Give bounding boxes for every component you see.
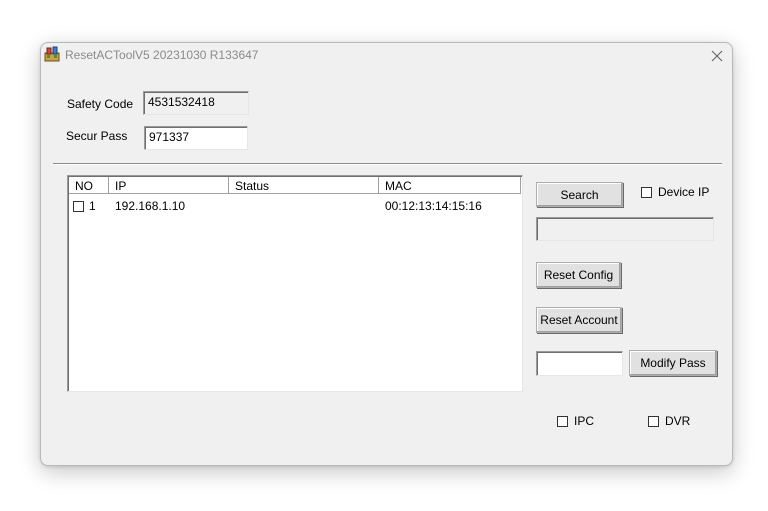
modify-pass-field[interactable]	[536, 351, 623, 376]
device-list[interactable]: NO IP Status MAC 1 192.168.1.10 00:12:13…	[67, 175, 523, 392]
ipc-checkbox[interactable]	[557, 416, 568, 427]
app-icon	[44, 46, 60, 62]
window-title: ResetACToolV5 20231030 R133647	[65, 48, 259, 62]
device-ip-checkbox[interactable]	[641, 187, 652, 198]
row-ip: 192.168.1.10	[115, 199, 186, 213]
close-button[interactable]	[705, 45, 729, 67]
safety-code-field[interactable]: 4531532418	[143, 91, 249, 115]
row-checkbox[interactable]	[73, 201, 84, 212]
list-header: NO IP Status MAC	[69, 177, 522, 195]
row-no: 1	[89, 199, 96, 213]
app-window: ResetACToolV5 20231030 R133647 Safety Co…	[40, 42, 733, 466]
reset-config-button[interactable]: Reset Config	[536, 262, 621, 288]
device-ip-field[interactable]	[536, 217, 714, 241]
safety-code-label: Safety Code	[67, 97, 134, 111]
title-bar: ResetACToolV5 20231030 R133647	[41, 43, 732, 69]
column-header-status[interactable]: Status	[229, 177, 379, 194]
table-row[interactable]: 1 192.168.1.10 00:12:13:14:15:16	[69, 197, 521, 215]
column-header-no[interactable]: NO	[69, 177, 109, 194]
secur-pass-field[interactable]: 971337	[144, 126, 248, 150]
dvr-checkbox[interactable]	[648, 416, 659, 427]
secur-pass-label: Secur Pass	[66, 129, 128, 143]
search-button[interactable]: Search	[536, 182, 623, 207]
reset-account-button[interactable]: Reset Account	[536, 307, 622, 333]
device-ip-label: Device IP	[658, 185, 710, 199]
row-mac: 00:12:13:14:15:16	[385, 199, 482, 213]
dvr-label: DVR	[665, 414, 691, 428]
separator	[53, 163, 722, 165]
column-header-ip[interactable]: IP	[109, 177, 229, 194]
modify-pass-button[interactable]: Modify Pass	[629, 350, 717, 376]
close-icon	[711, 50, 723, 62]
ipc-label: IPC	[574, 414, 595, 428]
column-header-mac[interactable]: MAC	[379, 177, 521, 194]
